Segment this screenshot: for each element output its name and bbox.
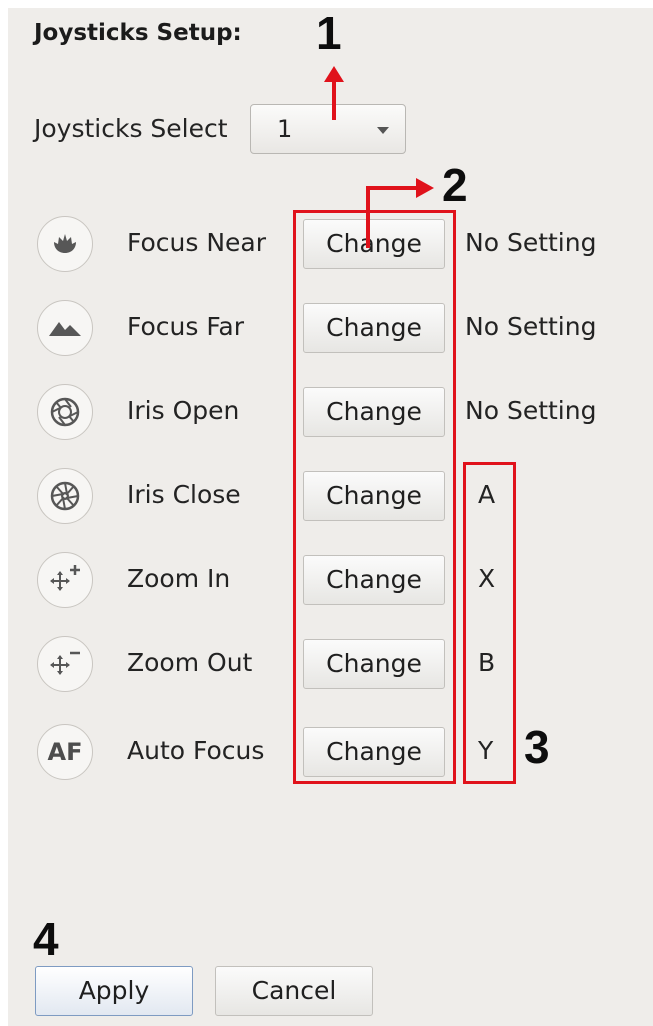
callout-number-3: 3	[524, 721, 550, 773]
row-label-auto-focus: Auto Focus	[127, 736, 265, 765]
row-label-zoom-in: Zoom In	[127, 564, 231, 593]
af-icon: AF	[37, 724, 93, 780]
aperture-open-icon	[37, 384, 93, 440]
mountain-icon	[37, 300, 93, 356]
setting-value-iris-open: No Setting	[465, 396, 597, 425]
zoom-out-icon	[37, 636, 93, 692]
row-label-zoom-out: Zoom Out	[127, 648, 253, 677]
apply-button[interactable]: Apply	[35, 966, 193, 1016]
joystick-select-value: 1	[277, 115, 293, 143]
row-label-iris-close: Iris Close	[127, 480, 241, 509]
highlight-setting-values	[463, 462, 516, 784]
aperture-close-icon	[37, 468, 93, 524]
row-label-focus-near: Focus Near	[127, 228, 267, 257]
callout-number-2: 2	[442, 159, 468, 211]
callout-arrow-1	[324, 66, 344, 120]
zoom-in-icon	[37, 552, 93, 608]
callout-number-1: 1	[316, 7, 342, 59]
row-label-focus-far: Focus Far	[127, 312, 245, 341]
setting-value-focus-near: No Setting	[465, 228, 597, 257]
setup-title: Joysticks Setup:	[34, 20, 242, 46]
highlight-change-buttons	[293, 210, 456, 784]
joystick-select-label: Joysticks Select	[34, 114, 228, 143]
callout-number-4: 4	[33, 913, 59, 965]
chevron-down-icon[interactable]	[377, 127, 389, 134]
row-label-iris-open: Iris Open	[127, 396, 240, 425]
af-icon-text: AF	[47, 738, 83, 766]
setting-value-focus-far: No Setting	[465, 312, 597, 341]
cancel-button[interactable]: Cancel	[215, 966, 373, 1016]
flower-icon	[37, 216, 93, 272]
